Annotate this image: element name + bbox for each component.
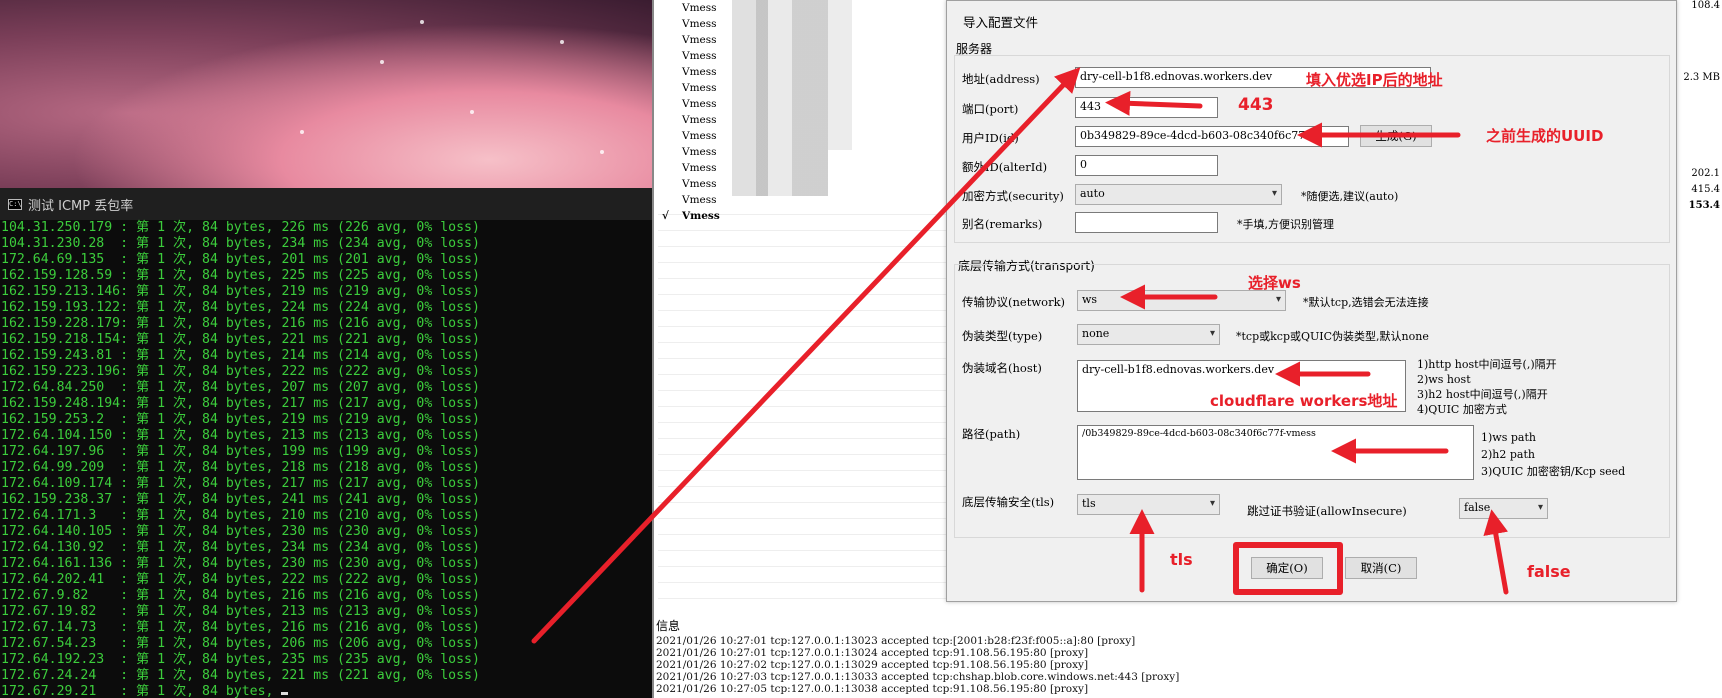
annotation-arrows (531, 67, 1509, 644)
annotation-insecure: false (1527, 562, 1571, 581)
annotation-uuid: 之前生成的UUID (1486, 127, 1604, 145)
annotation-port: 443 (1238, 95, 1274, 115)
annotation-tls: tls (1170, 550, 1193, 569)
arrow-line (1105, 90, 1203, 116)
arrow-line (1483, 509, 1509, 595)
annotation-host: cloudflare workers地址 (1210, 392, 1398, 410)
annotation-network: 选择ws (1248, 274, 1301, 292)
annotation-address: 填入优选IP后的地址 (1306, 71, 1443, 89)
arrow-line (531, 67, 1081, 644)
